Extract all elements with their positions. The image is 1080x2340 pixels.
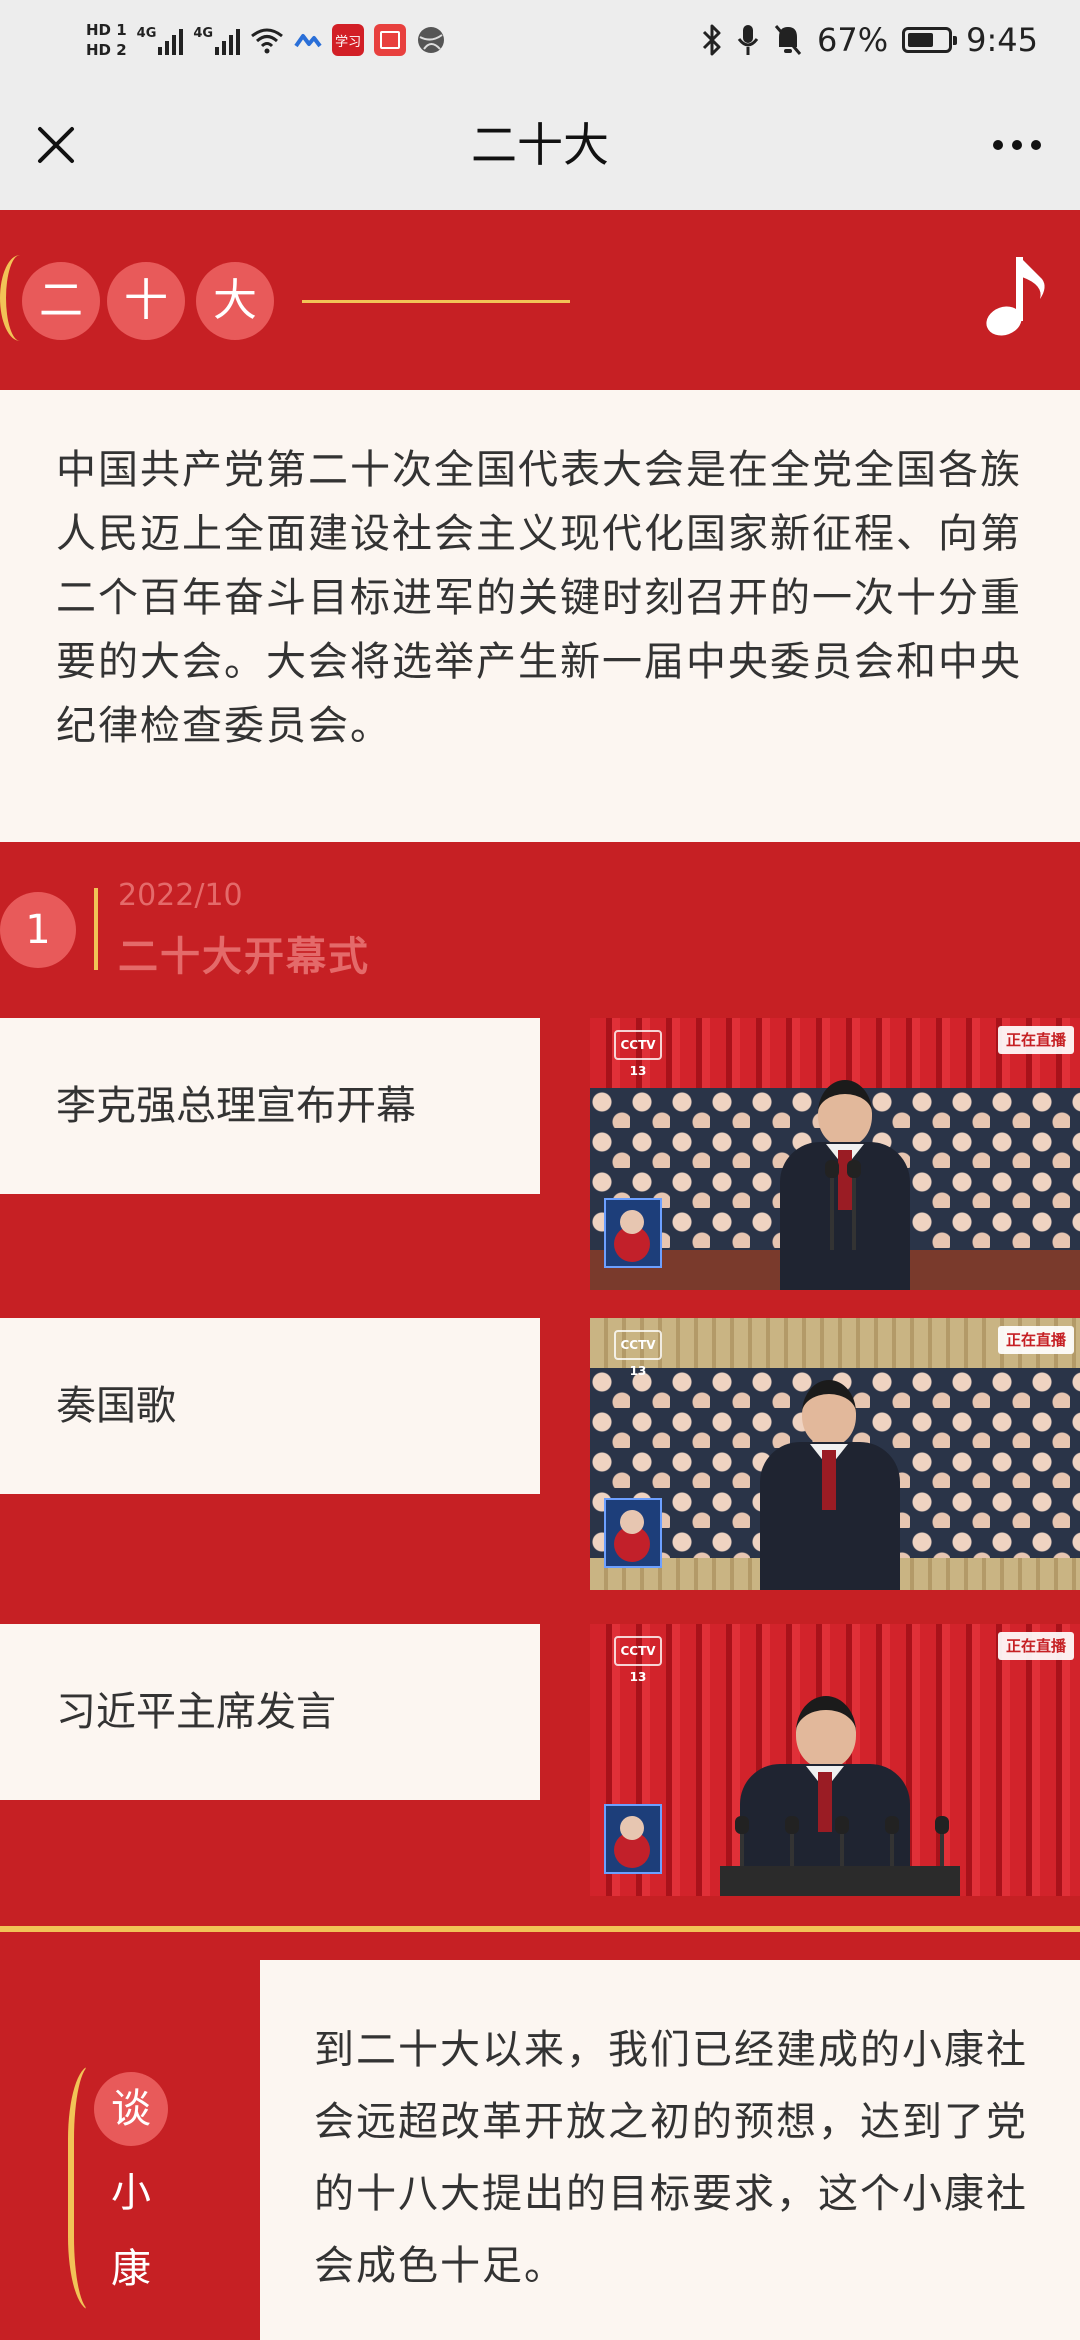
video-thumbnail[interactable]: CCTV 13 正在直播 [590, 1318, 1080, 1590]
banner-char-circle: 十 [107, 262, 185, 340]
microphone [847, 1160, 861, 1250]
battery-percent: 67% [817, 21, 889, 59]
side-char-circle: 谈 [94, 2072, 168, 2146]
microphone [785, 1816, 799, 1866]
live-badge: 正在直播 [997, 1632, 1074, 1660]
close-button[interactable] [26, 115, 86, 175]
video-thumbnail[interactable]: CCTV 13 正在直播 [590, 1018, 1080, 1290]
section-date: 2022/10 [118, 878, 243, 913]
xuexi-app-icon: 学习 [332, 24, 365, 56]
status-right: 67% 9:45 [701, 10, 1038, 70]
status-left: HD 1 HD 2 4G 4G 学习 [86, 10, 446, 70]
sign-language-inset [604, 1804, 662, 1874]
signal-2: 4G [193, 25, 241, 55]
side-char: 小 [111, 2170, 151, 2216]
sign-language-inset [604, 1498, 662, 1568]
live-badge: 正在直播 [997, 1026, 1074, 1054]
microphone [885, 1816, 899, 1866]
podium [720, 1866, 960, 1896]
title-bar: 二十大 [0, 80, 1080, 210]
signal-bars-icon [215, 27, 241, 55]
section-separator [0, 1926, 1080, 1932]
live-badge: 正在直播 [997, 1326, 1074, 1354]
more-button[interactable] [982, 115, 1052, 175]
xuexi-app-label: 学习 [335, 34, 362, 50]
video-item-label: 习近平主席发言 [56, 1689, 336, 1735]
more-dot [1012, 140, 1022, 150]
section-number: 1 [0, 892, 76, 968]
sign-language-inset [604, 1198, 662, 1268]
xiaokang-card: 到二十大以来，我们已经建成的小康社会远超改革开放之初的预想，达到了党的十八大提出… [260, 1960, 1080, 2340]
section-title: 二十大开幕式 [118, 934, 370, 980]
video-thumbnail[interactable]: CCTV 13 正在直播 [590, 1624, 1080, 1896]
video-item-card[interactable]: 奏国歌 [0, 1318, 540, 1494]
header-banner: 二 十 大 [0, 210, 1080, 390]
hd2-label: HD 2 [86, 41, 127, 59]
video-item-card[interactable]: 习近平主席发言 [0, 1624, 540, 1800]
speaker-figure [760, 1380, 900, 1590]
signal-bars-icon [158, 27, 184, 55]
cctv-logo: CCTV 13 [614, 1636, 662, 1684]
close-icon [38, 127, 74, 163]
video-item-label: 李克强总理宣布开幕 [56, 1083, 416, 1129]
status-bar: HD 1 HD 2 4G 4G 学习 67% 9:45 [0, 0, 1080, 80]
hd-indicator: HD 1 HD 2 [86, 20, 127, 60]
net2-label: 4G [193, 25, 214, 41]
banner-char-circle: 大 [196, 262, 274, 340]
wifi-icon [251, 28, 284, 54]
microphone [735, 1816, 749, 1866]
more-dot [1031, 140, 1041, 150]
cctv-logo: CCTV 13 [614, 1330, 662, 1378]
video-item-card[interactable]: 李克强总理宣布开幕 [0, 1018, 540, 1194]
speaker-figure [780, 1080, 910, 1290]
intro-text: 中国共产党第二十次全国代表大会是在全党全国各族人民迈上全面建设社会主义现代化国家… [56, 447, 1022, 749]
battery-fill [908, 33, 934, 47]
music-toggle-button[interactable] [982, 245, 1052, 345]
red-app-icon [374, 24, 407, 56]
more-dot [993, 140, 1003, 150]
microphone-icon [737, 25, 759, 55]
globe-app-icon [418, 27, 445, 53]
battery-icon [902, 27, 958, 53]
wave-app-icon [294, 34, 322, 48]
net1-label: 4G [136, 25, 157, 41]
bluetooth-icon [702, 24, 721, 56]
xiaokang-text: 到二十大以来，我们已经建成的小康社会远超改革开放之初的预想，达到了党的十八大提出… [314, 2027, 1028, 2289]
clock: 9:45 [966, 21, 1038, 59]
cctv-logo: CCTV 13 [614, 1030, 662, 1078]
intro-card: 中国共产党第二十次全国代表大会是在全党全国各族人民迈上全面建设社会主义现代化国家… [0, 390, 1080, 842]
microphone [935, 1816, 949, 1866]
hd1-label: HD 1 [86, 21, 127, 39]
video-item-label: 奏国歌 [56, 1383, 176, 1429]
microphone [835, 1816, 849, 1866]
banner-char-circle: 二 [22, 262, 100, 340]
signal-1: 4G [137, 26, 184, 55]
page-title: 二十大 [471, 118, 609, 172]
music-note-icon [986, 257, 1045, 336]
microphone [825, 1160, 839, 1250]
mute-bell-icon [774, 25, 802, 55]
side-char: 康 [111, 2246, 151, 2292]
banner-divider [302, 300, 570, 303]
section-divider [94, 888, 98, 970]
